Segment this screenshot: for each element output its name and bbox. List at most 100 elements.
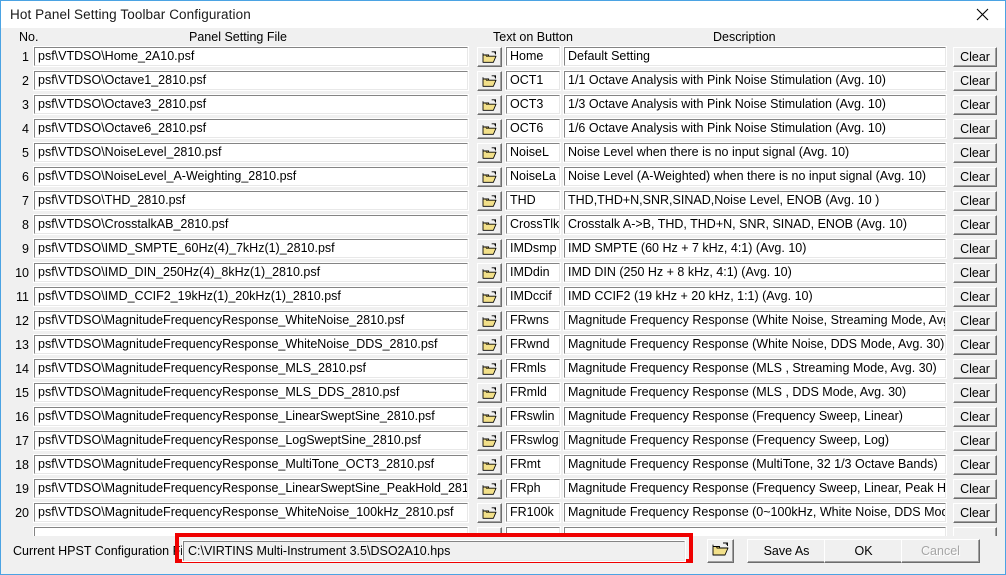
panel-setting-file-input[interactable]: psf\VTDSO\MagnitudeFrequencyResponse_Lin… — [34, 407, 468, 426]
browse-panel-file-button[interactable] — [477, 263, 502, 283]
panel-setting-file-input[interactable]: psf\VTDSO\NoiseLevel_2810.psf — [34, 143, 468, 162]
clear-button[interactable]: Clear — [953, 263, 997, 283]
config-browse-button[interactable] — [707, 539, 734, 563]
button-text-input[interactable]: IMDsmp — [506, 239, 560, 258]
button-text-input[interactable]: FRmls — [506, 359, 560, 378]
description-input[interactable]: 1/6 Octave Analysis with Pink Noise Stim… — [564, 119, 946, 138]
browse-panel-file-button[interactable] — [477, 47, 502, 67]
panel-setting-file-input[interactable]: psf\VTDSO\Octave1_2810.psf — [34, 71, 468, 90]
panel-setting-file-input[interactable]: psf\VTDSO\MagnitudeFrequencyResponse_Log… — [34, 431, 468, 450]
button-text-input[interactable]: FRwns — [506, 311, 560, 330]
button-text-input[interactable]: OCT3 — [506, 95, 560, 114]
button-text-input[interactable]: THD — [506, 191, 560, 210]
clear-button[interactable]: Clear — [953, 143, 997, 163]
clear-button[interactable]: Clear — [953, 191, 997, 211]
clear-button[interactable]: Clear — [953, 167, 997, 187]
browse-panel-file-button[interactable] — [477, 455, 502, 475]
panel-setting-file-input[interactable]: psf\VTDSO\MagnitudeFrequencyResponse_Whi… — [34, 335, 468, 354]
panel-setting-file-input[interactable]: psf\VTDSO\MagnitudeFrequencyResponse_Whi… — [34, 311, 468, 330]
panel-setting-file-input[interactable]: psf\VTDSO\MagnitudeFrequencyResponse_Lin… — [34, 479, 468, 498]
button-text-input[interactable]: FR100k — [506, 503, 560, 522]
description-input[interactable]: IMD SMPTE (60 Hz + 7 kHz, 4:1) (Avg. 10) — [564, 239, 946, 258]
browse-panel-file-button[interactable] — [477, 191, 502, 211]
button-text-input[interactable]: IMDccif — [506, 287, 560, 306]
clear-button[interactable]: Clear — [953, 215, 997, 235]
clear-button[interactable]: Clear — [953, 431, 997, 451]
browse-panel-file-button[interactable] — [477, 407, 502, 427]
browse-panel-file-button[interactable] — [477, 71, 502, 91]
browse-panel-file-button[interactable] — [477, 359, 502, 379]
clear-button[interactable]: Clear — [953, 383, 997, 403]
browse-panel-file-button[interactable] — [477, 119, 502, 139]
browse-panel-file-button[interactable] — [477, 167, 502, 187]
panel-setting-file-input[interactable]: psf\VTDSO\MagnitudeFrequencyResponse_MLS… — [34, 359, 468, 378]
description-input[interactable]: Magnitude Frequency Response (Frequency … — [564, 431, 946, 450]
panel-setting-file-input[interactable]: psf\VTDSO\IMD_CCIF2_19kHz(1)_20kHz(1)_28… — [34, 287, 468, 306]
browse-panel-file-button[interactable] — [477, 479, 502, 499]
clear-button[interactable]: Clear — [953, 503, 997, 523]
description-input[interactable]: THD,THD+N,SNR,SINAD,Noise Level, ENOB (A… — [564, 191, 946, 210]
panel-setting-file-input[interactable]: psf\VTDSO\MagnitudeFrequencyResponse_MLS… — [34, 383, 468, 402]
description-input[interactable]: Magnitude Frequency Response (MultiTone,… — [564, 455, 946, 474]
description-input[interactable]: Magnitude Frequency Response (White Nois… — [564, 311, 946, 330]
button-text-input[interactable]: FRmt — [506, 455, 560, 474]
clear-button[interactable]: Clear — [953, 335, 997, 355]
panel-setting-file-input[interactable]: psf\VTDSO\MagnitudeFrequencyResponse_Mul… — [34, 455, 468, 474]
button-text-input[interactable]: IMDdin — [506, 263, 560, 282]
description-input[interactable]: Magnitude Frequency Response (White Nois… — [564, 335, 946, 354]
button-text-input[interactable]: FRmld — [506, 383, 560, 402]
button-text-input[interactable]: FRwnd — [506, 335, 560, 354]
description-input[interactable]: 1/3 Octave Analysis with Pink Noise Stim… — [564, 95, 946, 114]
panel-setting-file-input[interactable]: psf\VTDSO\Octave6_2810.psf — [34, 119, 468, 138]
clear-button[interactable]: Clear — [953, 47, 997, 67]
button-text-input[interactable]: NoiseLa — [506, 167, 560, 186]
button-text-input[interactable]: OCT1 — [506, 71, 560, 90]
description-input[interactable]: Default Setting — [564, 47, 946, 66]
button-text-input[interactable]: FRswlog — [506, 431, 560, 450]
clear-button[interactable]: Clear — [953, 479, 997, 499]
panel-setting-file-input[interactable]: psf\VTDSO\IMD_DIN_250Hz(4)_8kHz(1)_2810.… — [34, 263, 468, 282]
browse-panel-file-button[interactable] — [477, 95, 502, 115]
clear-button[interactable]: Clear — [953, 407, 997, 427]
button-text-input[interactable]: NoiseL — [506, 143, 560, 162]
ok-button[interactable]: OK — [824, 539, 903, 563]
panel-setting-file-input[interactable]: psf\VTDSO\MagnitudeFrequencyResponse_Whi… — [34, 503, 468, 522]
browse-panel-file-button[interactable] — [477, 383, 502, 403]
description-input[interactable]: Magnitude Frequency Response (Frequency … — [564, 479, 946, 498]
clear-button[interactable]: Clear — [953, 455, 997, 475]
browse-panel-file-button[interactable] — [477, 431, 502, 451]
clear-button[interactable]: Clear — [953, 119, 997, 139]
browse-panel-file-button[interactable] — [477, 215, 502, 235]
close-button[interactable] — [960, 1, 1005, 28]
panel-setting-file-input[interactable]: psf\VTDSO\Octave3_2810.psf — [34, 95, 468, 114]
browse-panel-file-button[interactable] — [477, 335, 502, 355]
config-file-input[interactable]: C:\VIRTINS Multi-Instrument 3.5\DSO2A10.… — [183, 541, 685, 561]
clear-button[interactable]: Clear — [953, 95, 997, 115]
description-input[interactable]: Magnitude Frequency Response (MLS , Stre… — [564, 359, 946, 378]
description-input[interactable]: IMD DIN (250 Hz + 8 kHz, 4:1) (Avg. 10) — [564, 263, 946, 282]
description-input[interactable]: Crosstalk A->B, THD, THD+N, SNR, SINAD, … — [564, 215, 946, 234]
description-input[interactable]: Noise Level when there is no input signa… — [564, 143, 946, 162]
browse-panel-file-button[interactable] — [477, 503, 502, 523]
description-input[interactable]: Noise Level (A-Weighted) when there is n… — [564, 167, 946, 186]
browse-panel-file-button[interactable] — [477, 287, 502, 307]
button-text-input[interactable]: FRswlin — [506, 407, 560, 426]
button-text-input[interactable]: OCT6 — [506, 119, 560, 138]
button-text-input[interactable]: FRph — [506, 479, 560, 498]
panel-setting-file-input[interactable]: psf\VTDSO\CrosstalkAB_2810.psf — [34, 215, 468, 234]
description-input[interactable]: IMD CCIF2 (19 kHz + 20 kHz, 1:1) (Avg. 1… — [564, 287, 946, 306]
clear-button[interactable]: Clear — [953, 71, 997, 91]
browse-panel-file-button[interactable] — [477, 239, 502, 259]
description-input[interactable]: Magnitude Frequency Response (MLS , DDS … — [564, 383, 946, 402]
button-text-input[interactable]: Home — [506, 47, 560, 66]
clear-button[interactable]: Clear — [953, 287, 997, 307]
panel-setting-file-input[interactable]: psf\VTDSO\Home_2A10.psf — [34, 47, 468, 66]
clear-button[interactable]: Clear — [953, 311, 997, 331]
panel-setting-file-input[interactable]: psf\VTDSO\IMD_SMPTE_60Hz(4)_7kHz(1)_2810… — [34, 239, 468, 258]
clear-button[interactable]: Clear — [953, 359, 997, 379]
clear-button[interactable]: Clear — [953, 239, 997, 259]
panel-setting-file-input[interactable]: psf\VTDSO\THD_2810.psf — [34, 191, 468, 210]
description-input[interactable]: Magnitude Frequency Response (0~100kHz, … — [564, 503, 946, 522]
description-input[interactable]: 1/1 Octave Analysis with Pink Noise Stim… — [564, 71, 946, 90]
browse-panel-file-button[interactable] — [477, 143, 502, 163]
